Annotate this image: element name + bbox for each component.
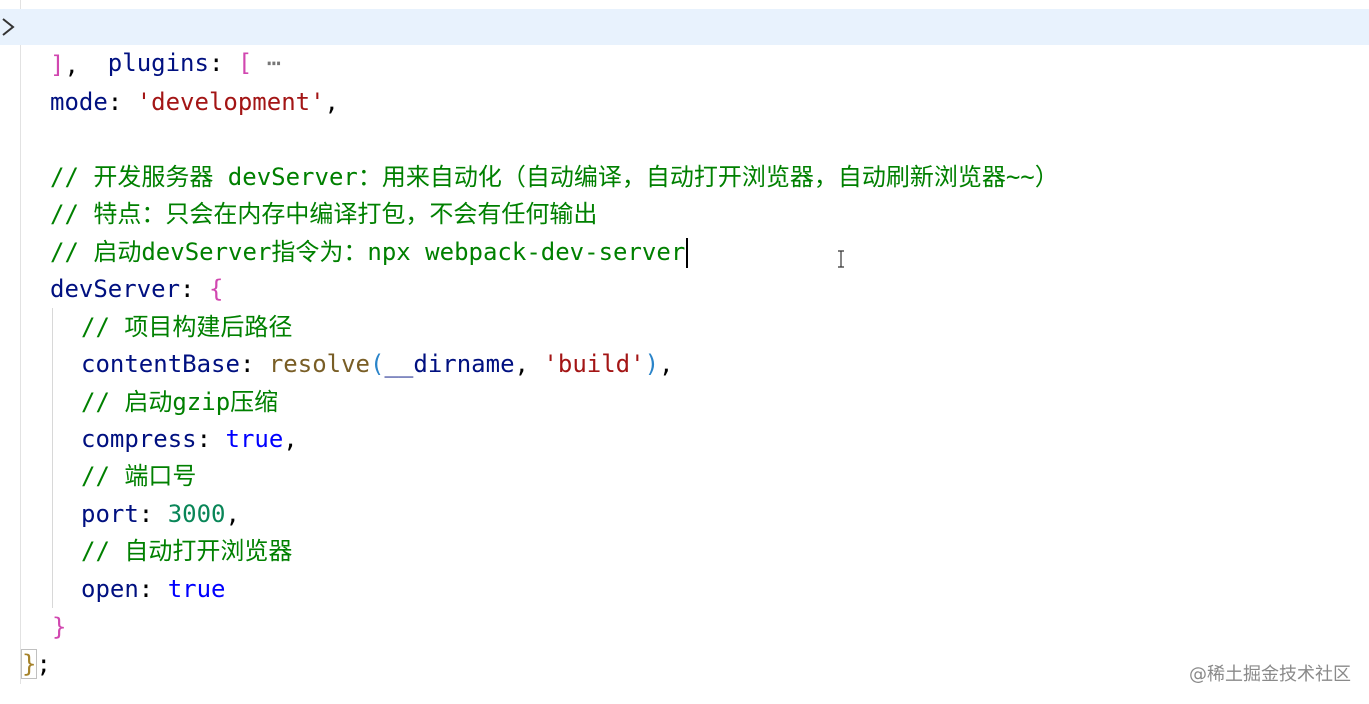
property-name: mode [50, 88, 108, 116]
string-value: 'build' [543, 350, 645, 378]
comment-text: // 项目构建后路径 [81, 313, 293, 341]
punctuation: , [283, 425, 298, 453]
punctuation: : [138, 575, 168, 603]
code-line-mode[interactable]: mode: 'development', [50, 84, 339, 120]
code-line[interactable]: ], [50, 47, 79, 83]
code-editor[interactable]: plugins: [ ⋯ ], mode: 'development', // … [0, 0, 1369, 704]
bracket: } [20, 649, 38, 679]
chevron-right-icon[interactable] [0, 17, 16, 37]
bracket: { [208, 275, 224, 303]
property-name: devServer [50, 275, 181, 303]
punctuation: : [107, 88, 137, 116]
code-comment[interactable]: // 端口号 [81, 458, 196, 494]
punctuation: ; [36, 650, 51, 678]
code-comment[interactable]: // 特点：只会在内存中编译打包，不会有任何输出 [50, 196, 597, 232]
punctuation: , [659, 350, 674, 378]
comment-text: // 启动devServer指令为：npx webpack-dev-server [50, 238, 686, 266]
punctuation: , [225, 500, 240, 528]
indent-guide [52, 308, 53, 608]
bracket: [ [237, 49, 253, 77]
punctuation: , [514, 350, 544, 378]
watermark: @稀土掘金技术社区 [1189, 664, 1351, 685]
punctuation: : [138, 500, 168, 528]
code-line[interactable]: }; [20, 646, 51, 682]
punctuation: , [324, 88, 339, 116]
code-comment[interactable]: // 自动打开浏览器 [81, 533, 292, 569]
property-name: open [81, 575, 139, 603]
code-line-compress[interactable]: compress: true, [81, 421, 298, 457]
code-line-plugins[interactable]: plugins: [ ⋯ [0, 9, 1369, 77]
number-value: 3000 [167, 500, 226, 528]
comment-text: // 端口号 [81, 462, 197, 490]
code-line-contentbase[interactable]: contentBase: resolve(__dirname, 'build')… [81, 346, 673, 382]
text-ibeam-icon [838, 250, 844, 268]
comment-text: // 开发服务器 devServer：用来自动化（自动编译，自动打开浏览器，自动… [50, 163, 1059, 191]
comment-text: // 启动gzip压缩 [81, 388, 279, 416]
boolean-value: true [225, 425, 284, 453]
punctuation: : [208, 49, 238, 77]
code-comment[interactable]: // 开发服务器 devServer：用来自动化（自动编译，自动打开浏览器，自动… [50, 159, 1059, 195]
property-name: plugins [107, 49, 209, 77]
punctuation: , [64, 51, 79, 79]
bracket: ( [370, 350, 385, 378]
punctuation: : [196, 425, 226, 453]
punctuation: : [239, 350, 269, 378]
text-cursor [686, 238, 689, 268]
property-name: compress [81, 425, 197, 453]
gutter-divider [20, 0, 21, 684]
punctuation: : [180, 275, 209, 303]
bracket: } [52, 613, 67, 641]
comment-text: // 自动打开浏览器 [81, 537, 293, 565]
code-line[interactable]: } [50, 609, 66, 645]
code-comment[interactable]: // 启动gzip压缩 [81, 384, 278, 420]
code-line-open[interactable]: open: true [81, 571, 226, 607]
code-line-port[interactable]: port: 3000, [81, 496, 240, 532]
folded-ellipsis[interactable]: ⋯ [252, 49, 281, 77]
code-line-devserver[interactable]: devServer: { [50, 271, 223, 307]
string-value: 'development' [136, 88, 325, 116]
property-name: contentBase [81, 350, 240, 378]
code-comment[interactable]: // 项目构建后路径 [81, 309, 292, 345]
variable-name: __dirname [384, 350, 515, 378]
boolean-value: true [167, 575, 226, 603]
bracket: ) [644, 350, 660, 378]
bracket: ] [50, 51, 65, 79]
function-name: resolve [268, 350, 371, 378]
comment-text: // 特点：只会在内存中编译打包，不会有任何输出 [50, 200, 598, 228]
code-comment[interactable]: // 启动devServer指令为：npx webpack-dev-server [50, 234, 689, 270]
property-name: port [81, 500, 139, 528]
